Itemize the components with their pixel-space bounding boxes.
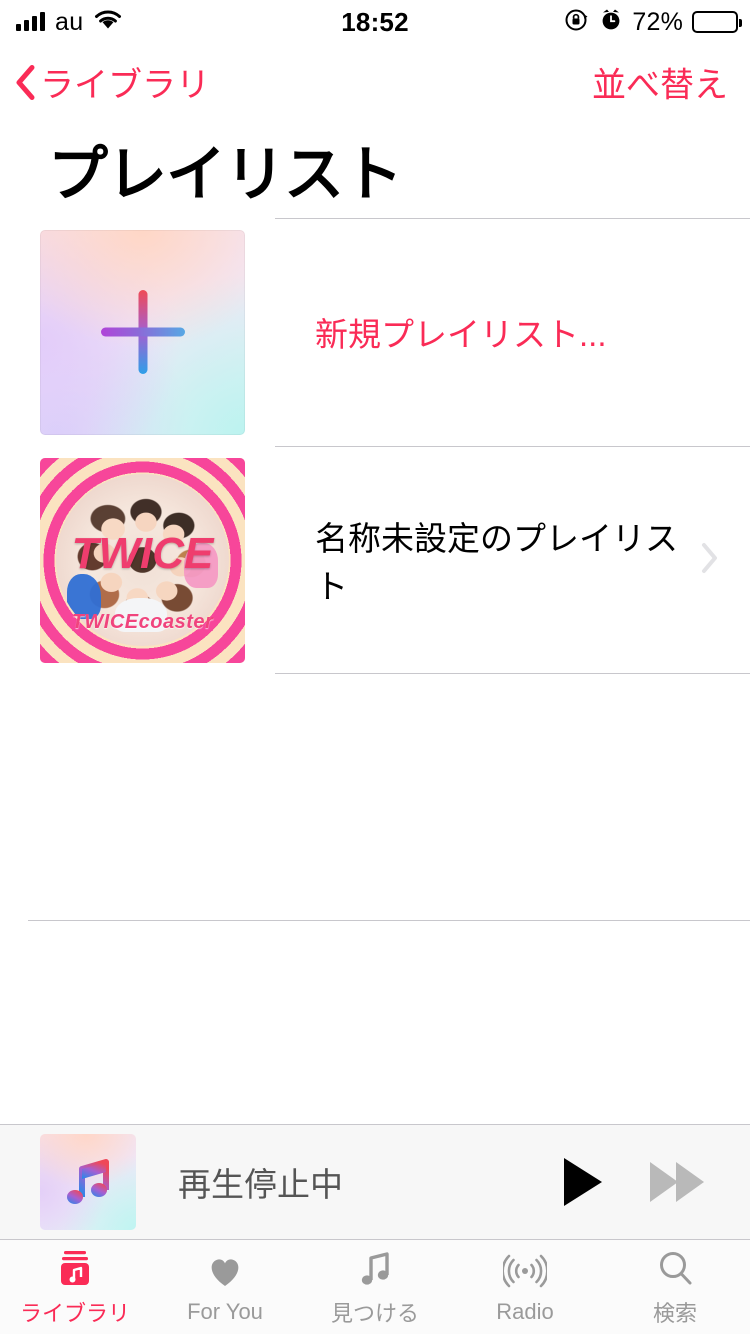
- rotation-lock-icon: [564, 7, 590, 38]
- row-separator-bottom: [275, 673, 750, 674]
- radio-waves-icon: [503, 1249, 547, 1293]
- tab-library[interactable]: ライブラリ: [0, 1240, 150, 1334]
- album-title: TWICEcoaster: [71, 610, 214, 633]
- tab-bar: ライブラリ For You 見つける Radio 検索: [0, 1240, 750, 1334]
- tab-label: For You: [187, 1299, 263, 1324]
- sort-button[interactable]: 並べ替え: [592, 58, 728, 107]
- music-note-icon: [353, 1246, 397, 1290]
- mini-player-controls: [564, 1158, 704, 1206]
- mini-player-title: 再生停止中: [178, 1166, 343, 1203]
- apple-music-note-icon: [62, 1155, 114, 1209]
- status-bar: au 18:52 72%: [0, 0, 750, 44]
- list-item-label: 新規プレイリスト...: [315, 316, 607, 353]
- row-separator-top: [275, 446, 750, 447]
- fast-forward-icon[interactable]: [650, 1162, 704, 1202]
- album-logo: TWICE: [71, 528, 214, 578]
- list-item-label: 名称未設定のプレイリスト: [315, 520, 678, 605]
- tab-label: ライブラリ: [19, 1301, 130, 1326]
- plus-icon: [100, 290, 185, 374]
- mini-player[interactable]: 再生停止中: [0, 1124, 750, 1240]
- playlist-artwork: TWICE TWICEcoaster: [40, 457, 245, 663]
- tab-label: 検索: [652, 1301, 697, 1326]
- tab-radio[interactable]: Radio: [450, 1240, 600, 1334]
- back-button-label: ライブラリ: [40, 66, 210, 105]
- back-button[interactable]: ライブラリ: [14, 58, 210, 107]
- tab-search[interactable]: 検索: [600, 1240, 750, 1334]
- tab-for-you[interactable]: For You: [150, 1240, 300, 1334]
- alarm-clock-icon: [599, 7, 623, 38]
- list-bottom-separator: [28, 920, 750, 921]
- mini-player-artwork: [40, 1134, 136, 1230]
- search-icon: [653, 1246, 697, 1290]
- playlist-list: 新規プレイリスト... TWICE TWICEcoaster 名称未設定のプレイ…: [0, 218, 750, 674]
- row-separator-top: [275, 218, 750, 219]
- tab-label: Radio: [496, 1299, 554, 1324]
- library-icon: [53, 1246, 97, 1290]
- new-playlist-artwork: [40, 229, 245, 435]
- battery-percent-label: 72%: [632, 7, 683, 36]
- tab-browse[interactable]: 見つける: [300, 1240, 450, 1334]
- list-item-new-playlist[interactable]: 新規プレイリスト...: [0, 218, 750, 446]
- app-screen: au 18:52 72% ライブラリ 並べ替え プレイリスト 新規プレイリスト.…: [0, 0, 750, 1334]
- tab-label: 見つける: [330, 1301, 419, 1326]
- page-title: プレイリスト: [48, 141, 403, 208]
- status-bar-right: 72%: [564, 7, 742, 38]
- heart-icon: [203, 1249, 247, 1293]
- list-item-untitled-playlist[interactable]: TWICE TWICEcoaster 名称未設定のプレイリスト: [0, 446, 750, 674]
- navigation-bar: ライブラリ 並べ替え: [0, 44, 750, 120]
- chevron-left-icon: [14, 64, 36, 100]
- chevron-right-icon: [698, 538, 722, 583]
- battery-icon: [692, 11, 742, 33]
- play-icon[interactable]: [564, 1158, 602, 1206]
